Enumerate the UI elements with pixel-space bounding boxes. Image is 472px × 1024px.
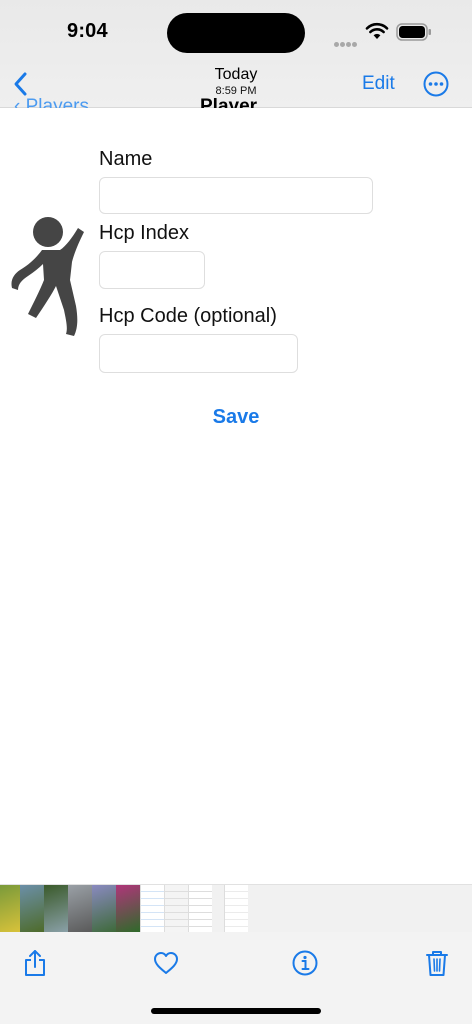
thumbnail-photo[interactable] xyxy=(68,885,92,932)
home-indicator xyxy=(151,1008,321,1014)
thumbnail-photo[interactable] xyxy=(44,885,68,932)
dynamic-island xyxy=(167,13,305,53)
share-icon[interactable] xyxy=(20,948,50,978)
name-field[interactable] xyxy=(99,177,373,214)
thumbnail-photo[interactable] xyxy=(0,885,20,932)
photos-viewer-header: 9:04 Today 8:59 PM Edit xyxy=(0,0,472,108)
thumbnail-document[interactable] xyxy=(164,885,188,932)
save-button[interactable]: Save xyxy=(196,406,276,429)
golfer-icon xyxy=(11,217,84,336)
name-label: Name xyxy=(99,148,153,170)
edit-button[interactable]: Edit xyxy=(362,73,395,95)
thumbnail-screenshot[interactable] xyxy=(224,885,248,932)
hcp-index-field[interactable] xyxy=(99,251,205,289)
heart-icon[interactable] xyxy=(151,948,181,978)
viewer-date: Today xyxy=(214,66,258,83)
thumbnail-document[interactable] xyxy=(188,885,212,932)
wifi-icon xyxy=(365,22,389,39)
hcp-index-label: Hcp Index xyxy=(99,222,190,244)
more-options-icon[interactable] xyxy=(422,70,450,98)
thumbnail-strip xyxy=(0,884,472,932)
trash-icon[interactable] xyxy=(422,948,452,978)
battery-icon xyxy=(396,23,431,41)
hcp-code-field[interactable] xyxy=(99,334,298,373)
thumbnail-photo[interactable] xyxy=(116,885,140,932)
cellular-signal-icon xyxy=(334,34,360,47)
thumbnail-document[interactable] xyxy=(140,885,164,932)
thumbnail-photo[interactable] xyxy=(92,885,116,932)
status-time: 9:04 xyxy=(67,20,108,42)
hcp-code-label: Hcp Code (optional) xyxy=(99,305,277,327)
back-chevron-icon[interactable] xyxy=(10,70,32,98)
viewer-title: Today 8:59 PM xyxy=(176,66,296,97)
thumbnail-photo[interactable] xyxy=(20,885,44,932)
info-icon[interactable] xyxy=(290,948,320,978)
header-divider xyxy=(0,108,472,112)
